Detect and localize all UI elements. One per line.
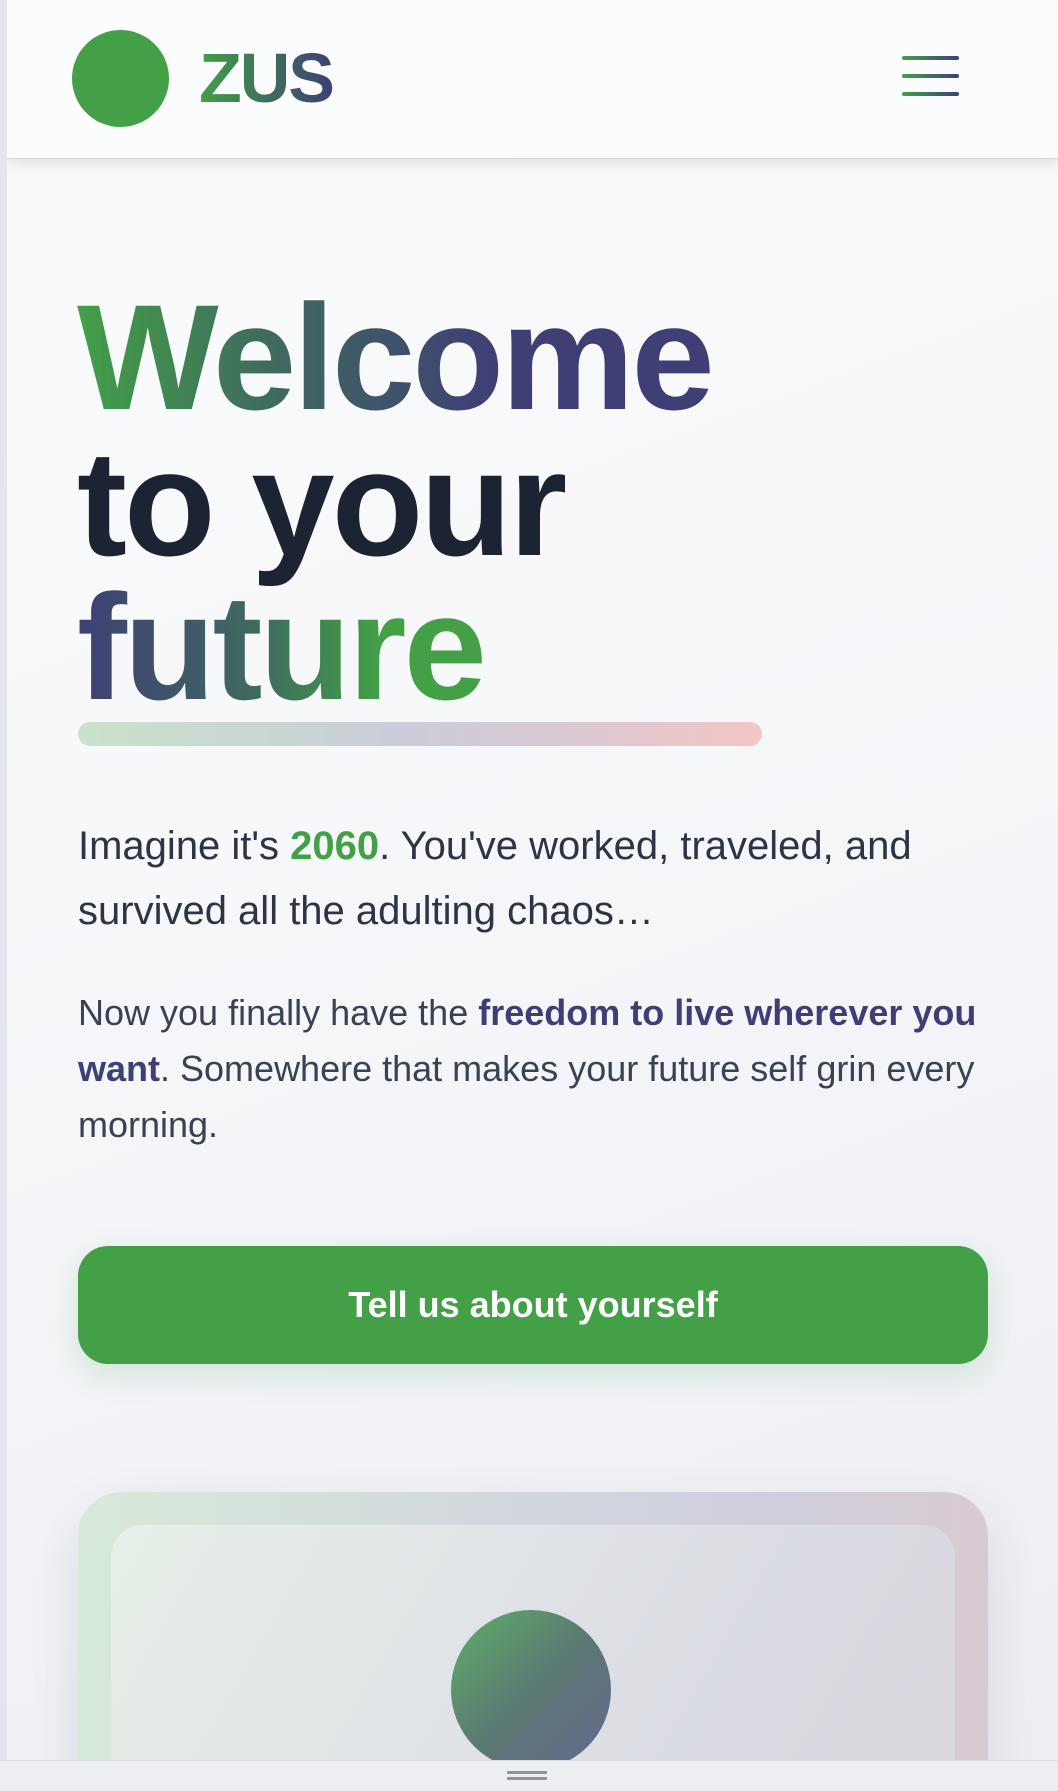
intro-text: Imagine it's (78, 824, 291, 868)
preview-card (78, 1492, 988, 1760)
site-header: ZUS (7, 0, 1058, 159)
year-highlight: 2060 (290, 824, 380, 868)
resize-handle-icon[interactable] (507, 1771, 547, 1774)
logo-text[interactable]: ZUS (199, 36, 335, 120)
resize-handle-icon[interactable] (507, 1777, 547, 1780)
tell-us-about-yourself-button[interactable]: Tell us about yourself (78, 1246, 988, 1364)
viewport-edge (0, 0, 7, 1760)
intro-paragraph-1: Imagine it's 2060. You've worked, travel… (78, 814, 978, 944)
avatar (451, 1610, 611, 1760)
menu-line (902, 92, 959, 96)
menu-line (902, 56, 959, 60)
hero-title-welcome: Welcome (77, 273, 715, 441)
page-viewport: ZUS Welcome to your future Imagine it's … (7, 0, 1058, 1760)
intro-text: Now you finally have the (78, 992, 479, 1033)
intro-text: . Somewhere that makes your future self … (78, 1048, 975, 1145)
hamburger-menu-icon[interactable] (902, 52, 968, 98)
bottom-toolbar (0, 1760, 1058, 1791)
hero-title-to-your: to your (77, 419, 567, 587)
menu-line (902, 74, 959, 78)
hero-title-future: future (77, 563, 487, 731)
hero-underline-decoration (78, 722, 762, 746)
logo-mark-icon[interactable] (72, 30, 169, 127)
preview-card-inner (111, 1525, 955, 1760)
intro-paragraph-2: Now you finally have the freedom to live… (78, 985, 978, 1153)
